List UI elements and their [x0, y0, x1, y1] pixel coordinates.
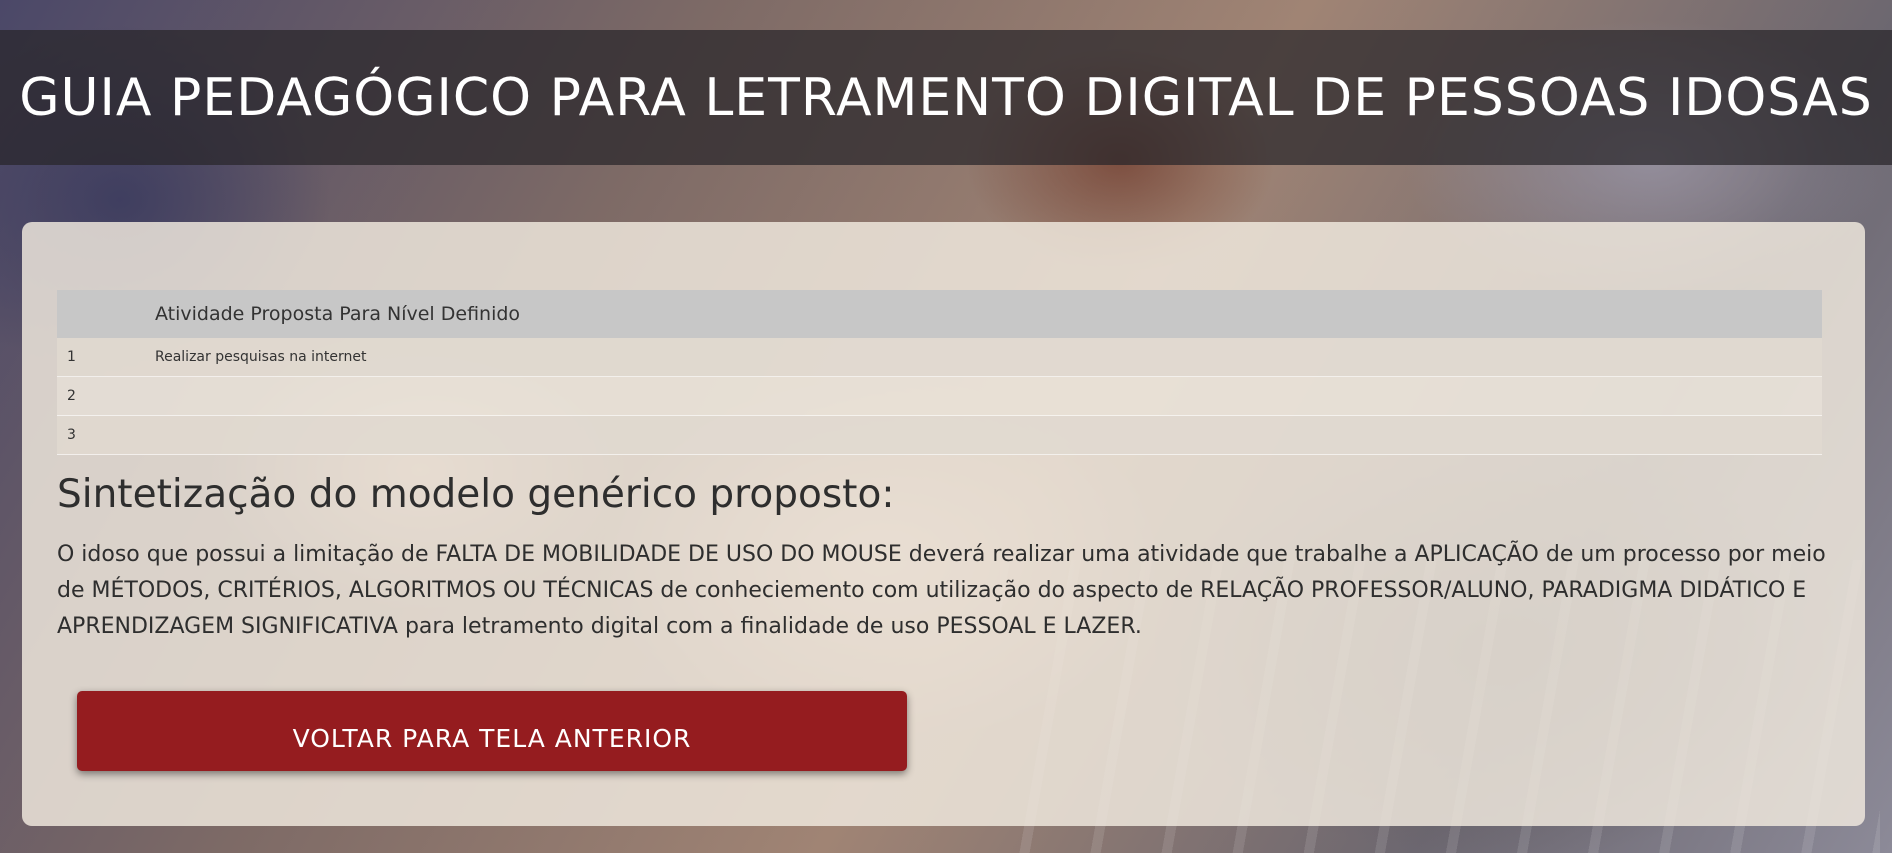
table-row: 2: [57, 377, 1822, 416]
row-number: 1: [67, 349, 76, 365]
row-activity: Realizar pesquisas na internet: [155, 349, 367, 365]
synthesis-text: O idoso que possui a limitação de FALTA …: [57, 542, 1826, 639]
title-band: GUIA PEDAGÓGICO PARA LETRAMENTO DIGITAL …: [0, 30, 1892, 165]
table-row: 3: [57, 416, 1822, 455]
table-header-activity: Atividade Proposta Para Nível Definido: [155, 303, 521, 325]
content-panel: Atividade Proposta Para Nível Definido 1…: [22, 222, 1865, 826]
table-header: Atividade Proposta Para Nível Definido: [57, 290, 1822, 338]
activities-table: Atividade Proposta Para Nível Definido 1…: [57, 290, 1822, 455]
back-button[interactable]: VOLTAR PARA TELA ANTERIOR: [77, 691, 907, 771]
page-title: GUIA PEDAGÓGICO PARA LETRAMENTO DIGITAL …: [19, 67, 1873, 128]
table-row: 1 Realizar pesquisas na internet: [57, 338, 1822, 377]
row-number: 3: [67, 427, 76, 443]
row-number: 2: [67, 388, 76, 404]
synthesis-heading: Sintetização do modelo genérico proposto…: [57, 472, 895, 517]
